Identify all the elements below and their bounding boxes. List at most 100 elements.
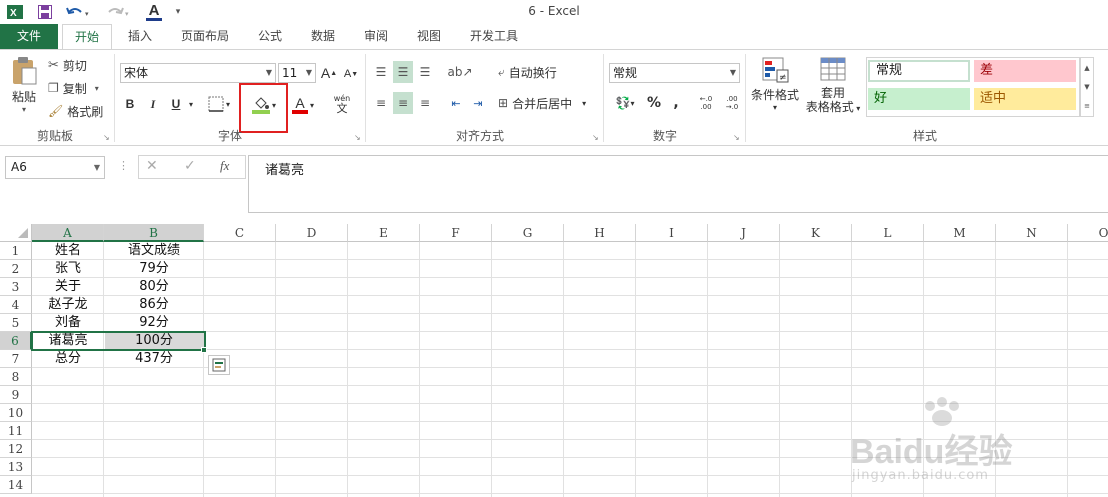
row-header[interactable]: 13 (0, 458, 32, 476)
column-header[interactable]: M (924, 224, 996, 242)
align-bottom-button[interactable]: ☰ (415, 61, 435, 83)
worksheet-grid[interactable]: ABCDEFGHIJKLMNO 1 2 3 4 5 6 7 8 9 10 11 12 13 14 姓名 语文… (0, 224, 1108, 497)
merge-center-button[interactable]: ⊞ 合并后居中 ▾ (498, 92, 586, 114)
style-good[interactable]: 好 (868, 88, 970, 110)
font-name-select[interactable]: 宋体 ▼ (120, 63, 276, 83)
chevron-down-icon[interactable]: ▼ (94, 157, 100, 178)
align-left-button[interactable]: ≡ (371, 92, 391, 114)
row-header[interactable]: 6 (0, 332, 32, 350)
gallery-expand-icon[interactable]: ≡ (1084, 102, 1090, 110)
style-bad[interactable]: 差 (974, 60, 1076, 82)
cell-b3[interactable]: 80分 (104, 278, 204, 296)
accounting-format-button[interactable]: 💱 ▾ (609, 92, 641, 114)
column-header[interactable]: D (276, 224, 348, 242)
format-painter-button[interactable]: 🖌 格式刷 (48, 102, 103, 120)
borders-button[interactable]: ▾ (205, 93, 233, 115)
copy-button[interactable]: ❐ 复制 ▾ (48, 79, 99, 97)
phonetic-button[interactable]: wén 文 (328, 91, 356, 117)
cell-b4[interactable]: 86分 (104, 296, 204, 314)
wrap-text-button[interactable]: ⤶ 自动换行 (498, 61, 557, 83)
cell-b2[interactable]: 79分 (104, 260, 204, 278)
fill-color-button[interactable]: ▾ (249, 93, 279, 117)
tab-home[interactable]: 开始 (62, 24, 112, 50)
tab-data[interactable]: 数据 (305, 24, 341, 49)
column-header[interactable]: J (708, 224, 780, 242)
decrease-decimal-button[interactable]: .00 →.0 (720, 92, 744, 114)
font-launcher-icon[interactable]: ↘ (354, 133, 361, 142)
column-header[interactable]: N (996, 224, 1068, 242)
paste-button[interactable]: 粘贴 ▾ (8, 56, 40, 120)
cell-b1[interactable]: 语文成绩 (104, 242, 204, 260)
tab-view[interactable]: 视图 (411, 24, 447, 49)
bold-button[interactable]: B (120, 93, 140, 115)
row-header[interactable]: 5 (0, 314, 32, 332)
cell-b7[interactable]: 437分 (104, 350, 204, 368)
cancel-icon[interactable]: ✕ (146, 158, 158, 174)
underline-dropdown-icon[interactable]: ▾ (186, 93, 196, 115)
format-as-table-button[interactable]: 套用 表格格式 ▾ (802, 56, 864, 122)
name-box[interactable]: A6 ▼ (5, 156, 105, 179)
cell-a2[interactable]: 张飞 (32, 260, 104, 278)
font-color-button[interactable]: A ▾ (289, 93, 317, 117)
cell-a6[interactable]: 诸葛亮 (32, 332, 104, 350)
tab-review[interactable]: 审阅 (358, 24, 394, 49)
cell-a4[interactable]: 赵子龙 (32, 296, 104, 314)
row-header[interactable]: 11 (0, 422, 32, 440)
scroll-down-icon[interactable]: ▼ (1084, 83, 1089, 91)
number-format-select[interactable]: 常规 ▼ (609, 63, 740, 83)
tab-formulas[interactable]: 公式 (252, 24, 288, 49)
column-header[interactable]: E (348, 224, 420, 242)
tab-page-layout[interactable]: 页面布局 (174, 24, 236, 49)
column-header[interactable]: B (104, 224, 204, 242)
italic-button[interactable]: I (143, 93, 163, 115)
grow-font-button[interactable]: A ▲ (320, 63, 338, 83)
align-center-button[interactable]: ≡ (393, 92, 413, 114)
row-header[interactable]: 2 (0, 260, 32, 278)
increase-decimal-button[interactable]: ←.0 .00 (694, 92, 718, 114)
select-all-corner[interactable] (0, 224, 32, 242)
row-header[interactable]: 8 (0, 368, 32, 386)
font-size-select[interactable]: 11 ▼ (278, 63, 316, 83)
column-header[interactable]: A (32, 224, 104, 242)
column-header[interactable]: G (492, 224, 564, 242)
tab-file[interactable]: 文件 (0, 24, 58, 49)
row-header[interactable]: 1 (0, 242, 32, 260)
row-header[interactable]: 3 (0, 278, 32, 296)
cell-b6[interactable]: 100分 (104, 332, 204, 350)
insert-function-icon[interactable]: fx (220, 158, 229, 174)
quick-analysis-button[interactable] (208, 355, 230, 375)
row-header[interactable]: 14 (0, 476, 32, 494)
column-header[interactable]: C (204, 224, 276, 242)
cell-a3[interactable]: 关于 (32, 278, 104, 296)
column-header[interactable]: H (564, 224, 636, 242)
scroll-up-icon[interactable]: ▲ (1084, 64, 1089, 72)
row-header[interactable]: 7 (0, 350, 32, 368)
cell-b5[interactable]: 92分 (104, 314, 204, 332)
row-header[interactable]: 4 (0, 296, 32, 314)
clipboard-launcher-icon[interactable]: ↘ (103, 133, 110, 142)
column-header[interactable]: L (852, 224, 924, 242)
cell-a1[interactable]: 姓名 (32, 242, 104, 260)
column-header[interactable]: O (1068, 224, 1108, 242)
align-right-button[interactable]: ≡ (415, 92, 435, 114)
gallery-scroll[interactable]: ▲ ▼ ≡ (1080, 57, 1094, 117)
align-middle-button[interactable]: ☰ (393, 61, 413, 83)
formula-input[interactable]: 诸葛亮 (248, 155, 1108, 213)
comma-button[interactable]: , (666, 92, 686, 114)
tab-insert[interactable]: 插入 (122, 24, 158, 49)
row-header[interactable]: 10 (0, 404, 32, 422)
style-normal[interactable]: 常规 (868, 60, 970, 82)
cell-a7[interactable]: 总分 (32, 350, 104, 368)
increase-indent-button[interactable]: ⇥ (468, 92, 488, 114)
number-launcher-icon[interactable]: ↘ (733, 133, 740, 142)
percent-button[interactable]: % (644, 92, 664, 114)
row-header[interactable]: 12 (0, 440, 32, 458)
alignment-launcher-icon[interactable]: ↘ (592, 133, 599, 142)
underline-button[interactable]: U (166, 93, 186, 115)
cut-button[interactable]: ✂ 剪切 (48, 56, 87, 74)
cell-a5[interactable]: 刘备 (32, 314, 104, 332)
conditional-formatting-button[interactable]: ≠ 条件格式 ▾ (748, 56, 802, 122)
column-header[interactable]: F (420, 224, 492, 242)
row-header[interactable]: 9 (0, 386, 32, 404)
shrink-font-button[interactable]: A ▼ (342, 65, 360, 83)
